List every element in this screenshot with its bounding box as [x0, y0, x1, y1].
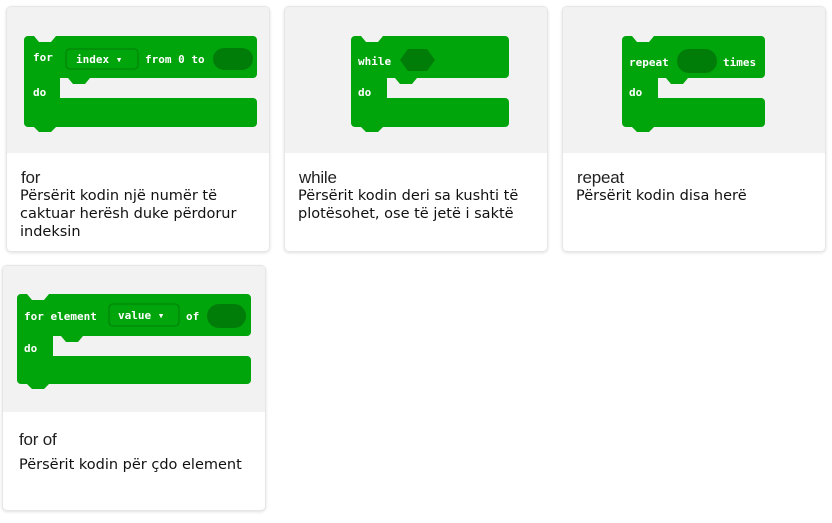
array-input-slot	[207, 304, 246, 328]
number-input-slot	[213, 48, 253, 70]
for-loop-block: for index ▾ from 0 to do	[24, 36, 259, 132]
kw-for-element: for element	[24, 310, 97, 323]
card-preview: while do	[285, 7, 547, 153]
card-preview: repeat times do	[563, 7, 825, 153]
card-while[interactable]: while do while Përsërit kodin deri sa ku…	[284, 6, 548, 252]
variable-dropdown: index ▾	[76, 53, 122, 66]
kw-do: do	[358, 86, 372, 99]
kw-do: do	[24, 342, 38, 355]
card-preview: for element value ▾ of do	[3, 266, 265, 412]
card-title: repeat	[577, 168, 625, 187]
kw-for: for	[33, 51, 53, 64]
kw-repeat: repeat	[629, 56, 669, 69]
card-for[interactable]: for index ▾ from 0 to do for Përsërit ko…	[6, 6, 270, 252]
while-loop-block: while do	[351, 36, 516, 132]
card-title: while	[299, 168, 337, 187]
kw-times: times	[723, 56, 756, 69]
card-description: Përsërit kodin një numër të caktuar herë…	[20, 188, 237, 240]
kw-from-to: from 0 to	[145, 53, 205, 66]
kw-do: do	[33, 86, 47, 99]
kw-do: do	[629, 86, 643, 99]
variable-dropdown: value ▾	[118, 309, 164, 322]
for-of-loop-block: for element value ▾ of do	[17, 294, 257, 390]
card-title: for of	[19, 430, 57, 449]
kw-of: of	[186, 310, 199, 323]
card-title: for	[21, 168, 41, 187]
card-description: Përsërit kodin për çdo element	[19, 457, 242, 473]
card-description: Përsërit kodin deri sa kushti të plotëso…	[298, 188, 519, 222]
card-preview: for index ▾ from 0 to do	[7, 7, 269, 153]
card-for-of[interactable]: for element value ▾ of do for of Përsëri…	[2, 265, 266, 511]
card-repeat[interactable]: repeat times do repeat Përsërit kodin di…	[562, 6, 826, 252]
repeat-loop-block: repeat times do	[622, 36, 772, 132]
kw-while: while	[358, 55, 391, 68]
number-input-slot	[677, 49, 717, 73]
card-description: Përsërit kodin disa herë	[576, 188, 747, 204]
